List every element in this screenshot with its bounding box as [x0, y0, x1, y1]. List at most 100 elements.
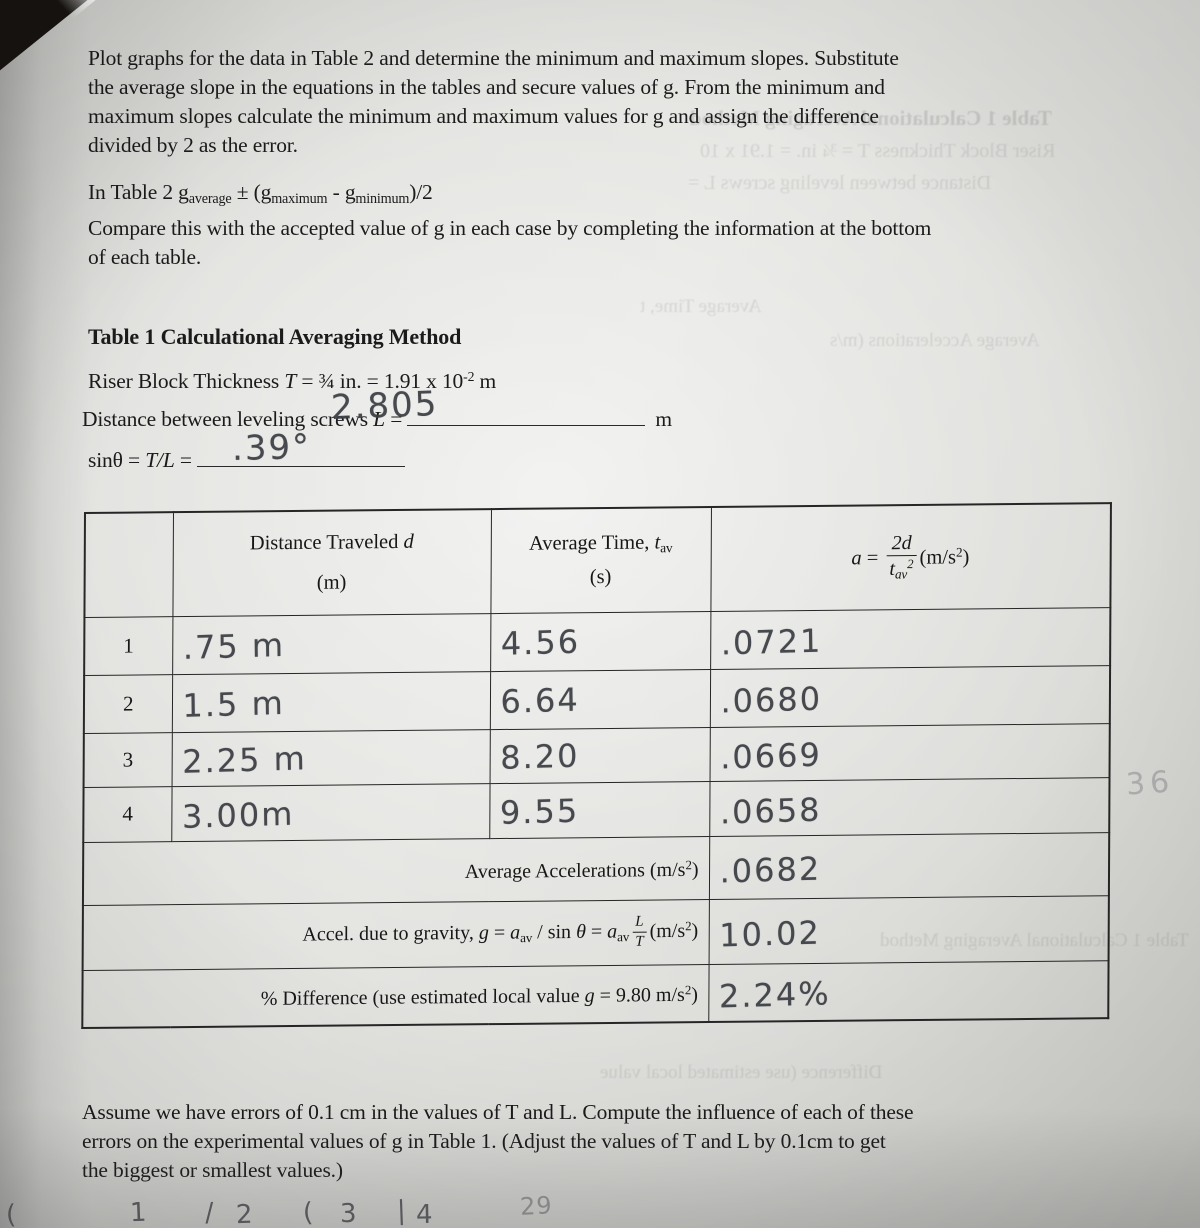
intro-p1-line-2: the average slope in the equations in th…	[88, 75, 885, 99]
header-accel-units-close: )	[962, 546, 970, 569]
header-cell-distance: Distance Traveled d (m)	[172, 509, 491, 617]
summary-value-percent-difference: 2.24%	[708, 956, 1109, 1026]
row-1-distance: .75 m	[171, 610, 491, 678]
row-4-index: 4	[83, 786, 172, 843]
header-cell-acceleration: a = 2d tav2 (m/s 2)	[710, 503, 1111, 611]
summary-value-accel-due-to-gravity: 10.02	[708, 891, 1110, 968]
pct-diff-label: % Difference (use estimated local value	[260, 985, 585, 1011]
riser-symbol-T: T	[284, 369, 297, 394]
distance-screws-fill-rule[interactable]	[407, 403, 646, 426]
bottom-scribble-slash-3: |	[396, 1195, 408, 1227]
summary-label-percent-difference: % Difference (use estimated local value …	[82, 964, 709, 1029]
bottom-scribble-4: 4	[415, 1199, 434, 1228]
gravity-symbol-g: g	[478, 921, 489, 944]
formula-prefix: In Table 2 g	[88, 180, 189, 204]
gravity-symbol-a1: a	[510, 921, 521, 944]
row-2-distance: 1.5 m	[171, 668, 491, 736]
avg-accel-label: Average Accelerations (m/s	[464, 859, 686, 884]
header-accel-numerator: 2d	[891, 532, 912, 555]
pct-diff-symbol-g: g	[584, 985, 595, 1008]
intro-p1-line-1: Plot graphs for the data in Table 2 and …	[88, 46, 899, 70]
summary-label-accel-due-to-gravity: Accel. due to gravity, g = aav / sin θ =…	[82, 899, 709, 971]
table-title: Table 1 Calculational Averaging Method	[88, 322, 461, 352]
pct-diff-close: )	[691, 984, 698, 1007]
row-4-time: 9.55	[489, 778, 710, 841]
gravity-label: Accel. due to gravity,	[302, 921, 479, 946]
intro-p1-line-3: maximum slopes calculate the minimum and…	[88, 104, 879, 128]
intro-p1-line-4: divided by 2 as the error.	[88, 133, 298, 157]
avg-accel-label-close: )	[691, 858, 699, 881]
header-accel-units: (m/s	[919, 546, 957, 569]
riser-unit: m	[474, 369, 497, 394]
sin-theta-equals: =	[174, 448, 198, 472]
header-distance-symbol: d	[403, 531, 414, 554]
intro-p2-line-2: of each table.	[88, 245, 202, 269]
header-accel-symbol-a: a	[851, 547, 862, 570]
formula-suffix: )/2	[409, 180, 433, 204]
row-2-time: 6.64	[489, 666, 711, 732]
formula-sub-average: average	[188, 190, 232, 207]
header-distance-label: Distance Traveled	[249, 531, 404, 555]
row-4-distance: 3.00m	[171, 780, 490, 845]
gravity-mid-3: =	[585, 920, 608, 943]
summary-label-average-accelerations: Average Accelerations (m/s2)	[82, 836, 710, 906]
intro-formula-line: In Table 2 gaverage ± (gmaximum - gminim…	[88, 178, 688, 214]
gravity-sub-av-1: av	[520, 930, 533, 946]
row-3-index: 3	[83, 732, 172, 788]
formula-mid-2: - g	[327, 180, 356, 204]
gravity-units-close: )	[691, 919, 699, 942]
intro-p2-line-1: Compare this with the accepted value of …	[88, 216, 932, 240]
gravity-mid-2: / sin	[532, 920, 577, 944]
data-table-container: Distance Traveled d (m) Average Time, ta…	[81, 502, 1112, 1030]
row-3-distance: 2.25 m	[171, 726, 491, 790]
sin-theta-symbol-TL: T/L	[145, 448, 175, 472]
header-cell-index	[84, 512, 173, 618]
sin-theta-handwritten-value: .39°	[231, 426, 312, 470]
row-1-index: 1	[84, 616, 173, 676]
bottom-scribble-29: 29	[519, 1191, 554, 1221]
formula-mid-1: ± (g	[231, 180, 272, 204]
footer-line-3: the biggest or smallest values.)	[82, 1158, 343, 1182]
gravity-mid-1: =	[488, 921, 511, 944]
header-time-unit: (s)	[589, 566, 612, 589]
bottom-scribble-slash-1: /	[204, 1197, 216, 1228]
header-accel-fraction: 2d tav2	[886, 532, 917, 583]
footer-line-2: errors on the experimental values of g i…	[82, 1129, 886, 1153]
header-time-subscript: av	[660, 540, 673, 556]
row-3-time: 8.20	[489, 724, 711, 786]
summary-row-average-accelerations: Average Accelerations (m/s2) .0682	[82, 828, 1110, 906]
bottom-scribble-1: 1	[129, 1197, 149, 1228]
bottom-scribble-slash-2: (	[302, 1197, 315, 1228]
bottom-scribble-bracket: (	[5, 1199, 18, 1228]
header-accel-denom-sub: av	[894, 566, 908, 582]
formula-sub-minimum: minimum	[355, 190, 410, 207]
header-cell-time: Average Time, tav (s)	[490, 506, 711, 614]
gravity-fraction-L-over-T: LT	[632, 914, 647, 951]
row-2-index: 2	[83, 674, 173, 734]
gravity-symbol-theta: θ	[576, 920, 586, 943]
bottom-scribble-3: 3	[339, 1198, 358, 1228]
gravity-sub-av-2: av	[617, 929, 630, 945]
distance-screws-label: Distance between leveling screws	[82, 407, 374, 431]
pct-diff-rest: = 9.80 m/s	[594, 984, 685, 1008]
footer-line-1: Assume we have errors of 0.1 cm in the v…	[82, 1100, 914, 1124]
header-accel-equals: =	[861, 547, 884, 570]
sin-theta-label: sinθ =	[88, 448, 146, 472]
header-accel-denominator: tav2	[886, 557, 916, 582]
header-time-label: Average Time,	[528, 531, 655, 556]
row-1-time: 4.56	[489, 608, 711, 674]
distance-screws-unit: m	[655, 407, 672, 431]
riser-exponent: -2	[463, 369, 475, 384]
bottom-scribble-2: 2	[235, 1199, 255, 1228]
summary-value-average-accelerations: .0682	[708, 828, 1110, 903]
summary-row-percent-difference: % Difference (use estimated local value …	[82, 956, 1109, 1029]
gravity-units: (m/s	[649, 919, 686, 943]
gravity-frac-bot: T	[635, 933, 644, 950]
riser-label: Riser Block Thickness	[88, 369, 285, 394]
table-1-calculational-averaging: Distance Traveled d (m) Average Time, ta…	[81, 502, 1112, 1030]
distance-screws-handwritten-value: 2.805	[330, 384, 440, 428]
gravity-frac-top: L	[635, 914, 644, 931]
header-accel-denom-sup: 2	[907, 557, 914, 572]
scanned-page: Table 1 Calculational Averaging Method R…	[0, 0, 1200, 1228]
summary-row-accel-due-to-gravity: Accel. due to gravity, g = aav / sin θ =…	[82, 891, 1110, 971]
